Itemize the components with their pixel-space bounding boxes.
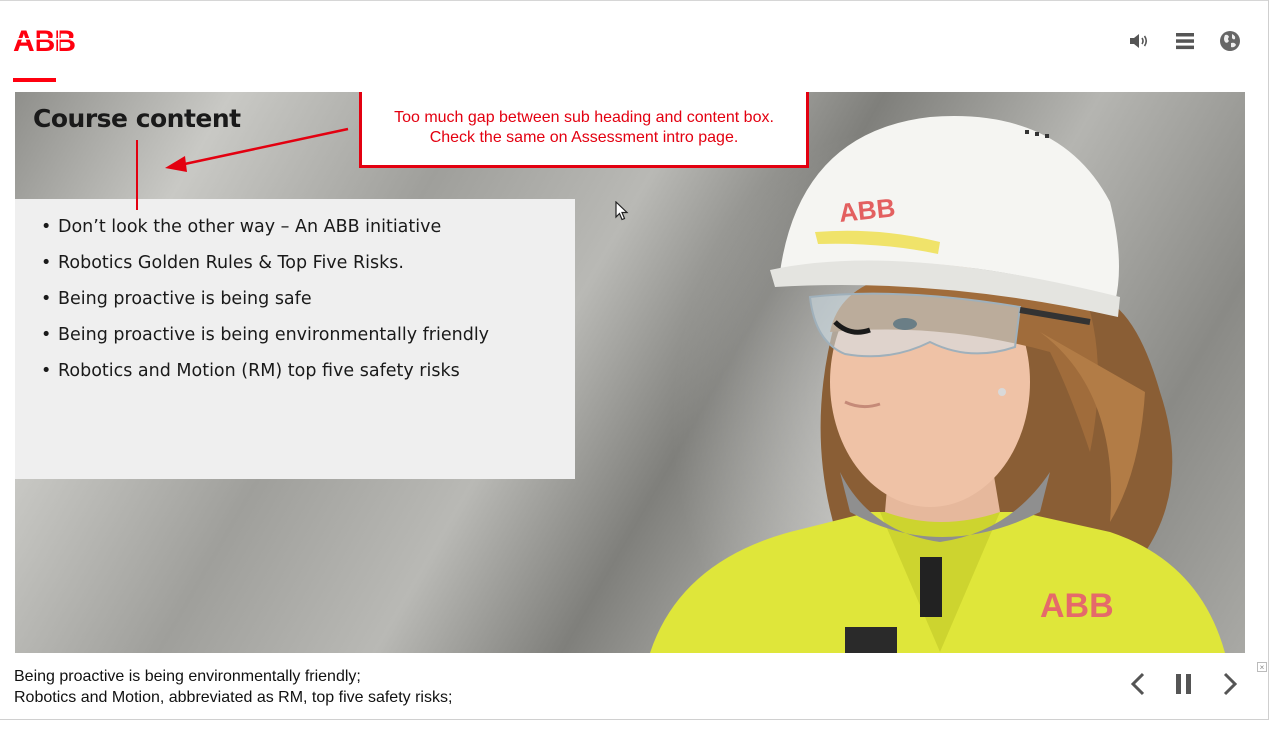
abb-logo: ABB (13, 26, 81, 54)
previous-button[interactable] (1125, 668, 1151, 700)
mouse-cursor-icon (615, 201, 629, 221)
chevron-left-icon (1130, 672, 1145, 696)
svg-text:ABB: ABB (1040, 587, 1114, 625)
course-content-box: Don’t look the other way – An ABB initia… (15, 199, 575, 479)
menu-icon[interactable] (1171, 29, 1198, 53)
logo-underline (13, 78, 56, 82)
caption-text: Being proactive is being environmentally… (14, 666, 452, 708)
list-item: Don’t look the other way – An ABB initia… (41, 215, 575, 251)
review-annotation-box: Too much gap between sub heading and con… (359, 92, 809, 168)
caption-line-2: Robotics and Motion, abbreviated as RM, … (14, 689, 453, 706)
close-caption-icon[interactable]: × (1257, 662, 1267, 672)
window-border-top (0, 0, 1269, 1)
svg-text:ABB: ABB (13, 26, 75, 54)
slide-stage: ABB ABB Course content Don’t look the ot… (15, 92, 1245, 653)
list-item: Being proactive is being safe (41, 287, 575, 323)
annotation-line-2: Check the same on Assessment intro page. (429, 129, 739, 146)
window-border-bottom (0, 719, 1269, 720)
globe-icon[interactable] (1216, 29, 1243, 53)
playback-controls (1125, 668, 1243, 700)
caption-line-1: Being proactive is being environmentally… (14, 668, 361, 685)
course-content-list: Don’t look the other way – An ABB initia… (15, 199, 575, 395)
page-title: Course content (33, 104, 241, 133)
list-item: Robotics Golden Rules & Top Five Risks. (41, 251, 575, 287)
annotation-arrow-line (179, 127, 349, 167)
speaker-icon[interactable] (1126, 29, 1153, 53)
pause-icon (1176, 674, 1191, 694)
list-item: Robotics and Motion (RM) top five safety… (41, 359, 575, 395)
worker-photo: ABB ABB (650, 116, 1225, 653)
pause-button[interactable] (1171, 668, 1197, 700)
chevron-right-icon (1223, 672, 1238, 696)
annotation-line-1: Too much gap between sub heading and con… (394, 109, 774, 126)
svg-text:ABB: ABB (837, 192, 896, 228)
list-item: Being proactive is being environmentally… (41, 323, 575, 359)
top-toolbar (1126, 29, 1243, 53)
annotation-arrow-head (165, 156, 187, 172)
next-button[interactable] (1217, 668, 1243, 700)
